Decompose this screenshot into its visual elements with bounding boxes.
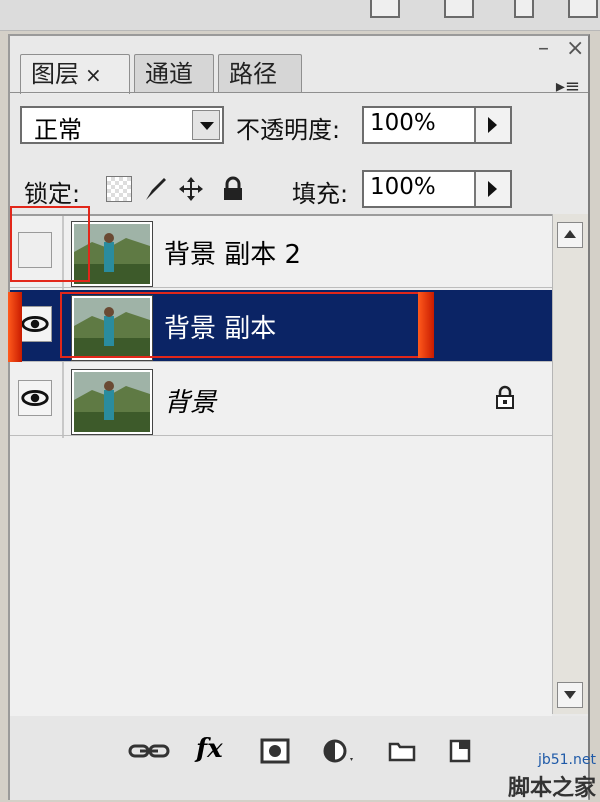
tab-label: 路径 [229,60,277,88]
annotation-highlight-box [60,292,420,358]
opacity-slider-button[interactable] [474,108,510,142]
layer-thumbnail [71,369,153,435]
annotation-red-marker [418,292,434,358]
group-folder-icon[interactable] [388,738,416,764]
opacity-field[interactable]: 100% [362,106,512,144]
toolbar-icon[interactable] [444,0,474,18]
layers-panel: – × 图层 × 通道 路径 ▸≡ 正常 不透明度: 100% 锁定: 填充: 1… [8,34,590,800]
layer-name: 背景 [164,388,217,418]
tab-label: 图层 [31,60,79,88]
layer-list: 背景 副本 2 背景 副本 背景 [10,214,552,717]
scroll-down-button[interactable] [557,682,583,708]
fill-slider-button[interactable] [474,172,510,206]
eye-icon[interactable] [18,306,52,342]
watermark-brand: 脚本之家 [507,776,596,801]
lock-label: 锁定: [24,180,81,208]
link-layers-icon[interactable] [128,738,170,764]
lock-position-icon[interactable] [178,176,204,202]
toolbar-icon[interactable] [568,0,598,18]
opacity-value: 100% [370,110,436,136]
opacity-label: 不透明度: [236,116,341,144]
tab-divider [10,92,588,93]
top-toolbar-strip [0,0,600,31]
lock-icon [496,385,514,409]
fx-icon[interactable]: fx [196,734,223,764]
panel-menu-icon[interactable]: ▸≡ [556,76,580,97]
layer-list-scrollbar[interactable] [552,214,588,714]
toolbar-icon[interactable] [370,0,400,18]
annotation-highlight-box [10,206,90,282]
fill-value: 100% [370,174,436,200]
trash-icon[interactable] [514,0,534,18]
tab-label: 通道 [145,60,193,88]
layer-row[interactable]: 背景 [10,364,552,436]
fill-label: 填充: [292,180,349,208]
fill-field[interactable]: 100% [362,170,512,208]
lock-transparent-pixels-icon[interactable] [106,176,132,202]
chevron-down-icon[interactable] [192,110,220,140]
blend-mode-select[interactable]: 正常 [20,106,224,144]
adjustment-layer-icon[interactable] [322,738,358,764]
annotation-red-marker [8,292,22,362]
tab-channels[interactable]: 通道 [134,54,214,92]
layer-row[interactable]: 背景 副本 2 [10,216,552,288]
lock-all-icon[interactable] [220,176,246,202]
layers-bottom-toolbar: fx [10,716,588,800]
new-layer-icon[interactable] [448,738,472,764]
layer-mask-icon[interactable] [260,738,290,764]
watermark-site: jb51.net [537,752,596,768]
scroll-up-button[interactable] [557,222,583,248]
tab-paths[interactable]: 路径 [218,54,302,92]
close-icon[interactable]: × [85,63,102,87]
eye-icon[interactable] [18,380,52,416]
layer-name: 背景 副本 2 [164,240,302,270]
tab-layers[interactable]: 图层 × [20,54,130,94]
minimize-button[interactable]: – [538,38,549,60]
lock-image-pixels-icon[interactable] [142,176,168,202]
close-panel-button[interactable]: × [566,38,584,60]
blend-mode-value: 正常 [34,116,82,144]
